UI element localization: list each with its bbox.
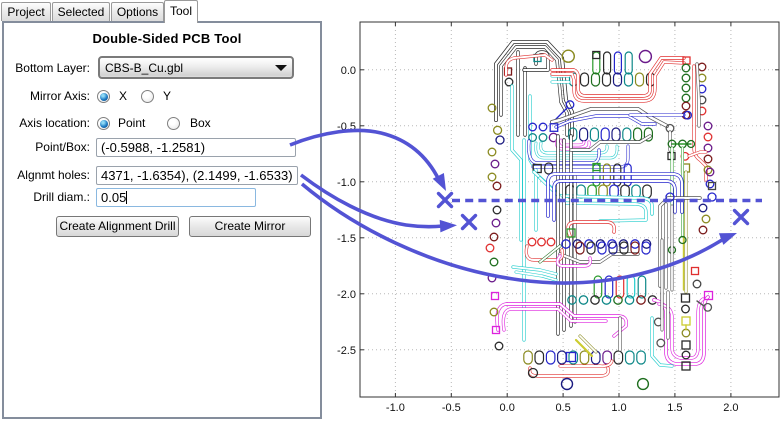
svg-text:-1.5: -1.5 bbox=[337, 233, 356, 245]
svg-text:0.0: 0.0 bbox=[500, 402, 515, 414]
svg-text:2.0: 2.0 bbox=[723, 402, 738, 414]
svg-text:0.0: 0.0 bbox=[341, 65, 356, 77]
svg-text:1.5: 1.5 bbox=[667, 402, 682, 414]
svg-text:-0.5: -0.5 bbox=[442, 402, 461, 414]
svg-text:-2.0: -2.0 bbox=[337, 289, 356, 301]
svg-text:-1.0: -1.0 bbox=[386, 402, 405, 414]
svg-text:0.5: 0.5 bbox=[555, 402, 570, 414]
svg-text:-1.0: -1.0 bbox=[337, 177, 356, 189]
svg-text:-2.5: -2.5 bbox=[337, 345, 356, 357]
svg-text:1.0: 1.0 bbox=[611, 402, 626, 414]
